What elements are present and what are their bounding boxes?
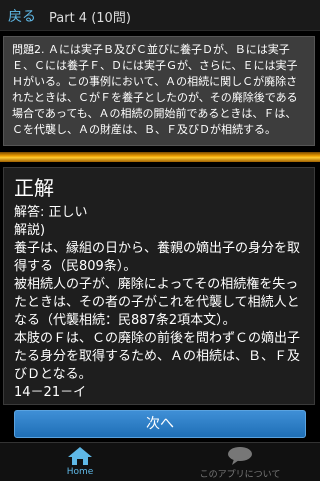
result-heading: 正解 — [14, 176, 54, 200]
tab-bar: Home このアプリについて — [0, 442, 320, 481]
home-icon — [68, 447, 92, 465]
question-text: 問題2. Ａには実子Ｂ及びＣ並びに養子Ｄが、Ｂには実子Ｅ、Ｃには養子Ｆ、Ｄには実… — [12, 43, 298, 136]
tab-home-label: Home — [66, 467, 94, 477]
next-button[interactable]: 次へ — [14, 410, 306, 438]
reference-code: 14－21－イ — [14, 385, 87, 400]
tab-about-label: このアプリについて — [199, 470, 281, 480]
explanation-paragraph-3: 本肢のＦは、Ｃの廃除の前後を問わずＣの嫡出子たる身分を取得するため、Ａの相続は、… — [14, 331, 301, 382]
divider-bar — [0, 152, 320, 162]
header-bar: 戻る Part 4 (10問) — [0, 0, 320, 31]
answer-panel: 正解 解答: 正しい 解説) 養子は、縁組の日から、養親の嫡出子の身分を取得する… — [3, 167, 315, 405]
tab-home[interactable]: Home — [0, 443, 160, 481]
question-panel: 問題2. Ａには実子Ｂ及びＣ並びに養子Ｄが、Ｂには実子Ｅ、Ｃには養子Ｆ、Ｄには実… — [3, 36, 315, 146]
explanation-paragraph-2: 被相続人の子が、廃除によってその相続権を失ったときは、その者の子がこれを代襲して… — [14, 277, 300, 328]
back-button[interactable]: 戻る — [8, 6, 36, 26]
explanation-label: 解説) — [14, 223, 46, 238]
page-title: Part 4 (10問) — [49, 11, 131, 26]
answer-line: 解答: 正しい — [14, 205, 88, 220]
speech-bubble-icon — [228, 447, 252, 465]
tab-about[interactable]: このアプリについて — [160, 443, 320, 481]
explanation-paragraph-1: 養子は、縁組の日から、養親の嫡出子の身分を取得する（民809条）。 — [14, 241, 301, 274]
